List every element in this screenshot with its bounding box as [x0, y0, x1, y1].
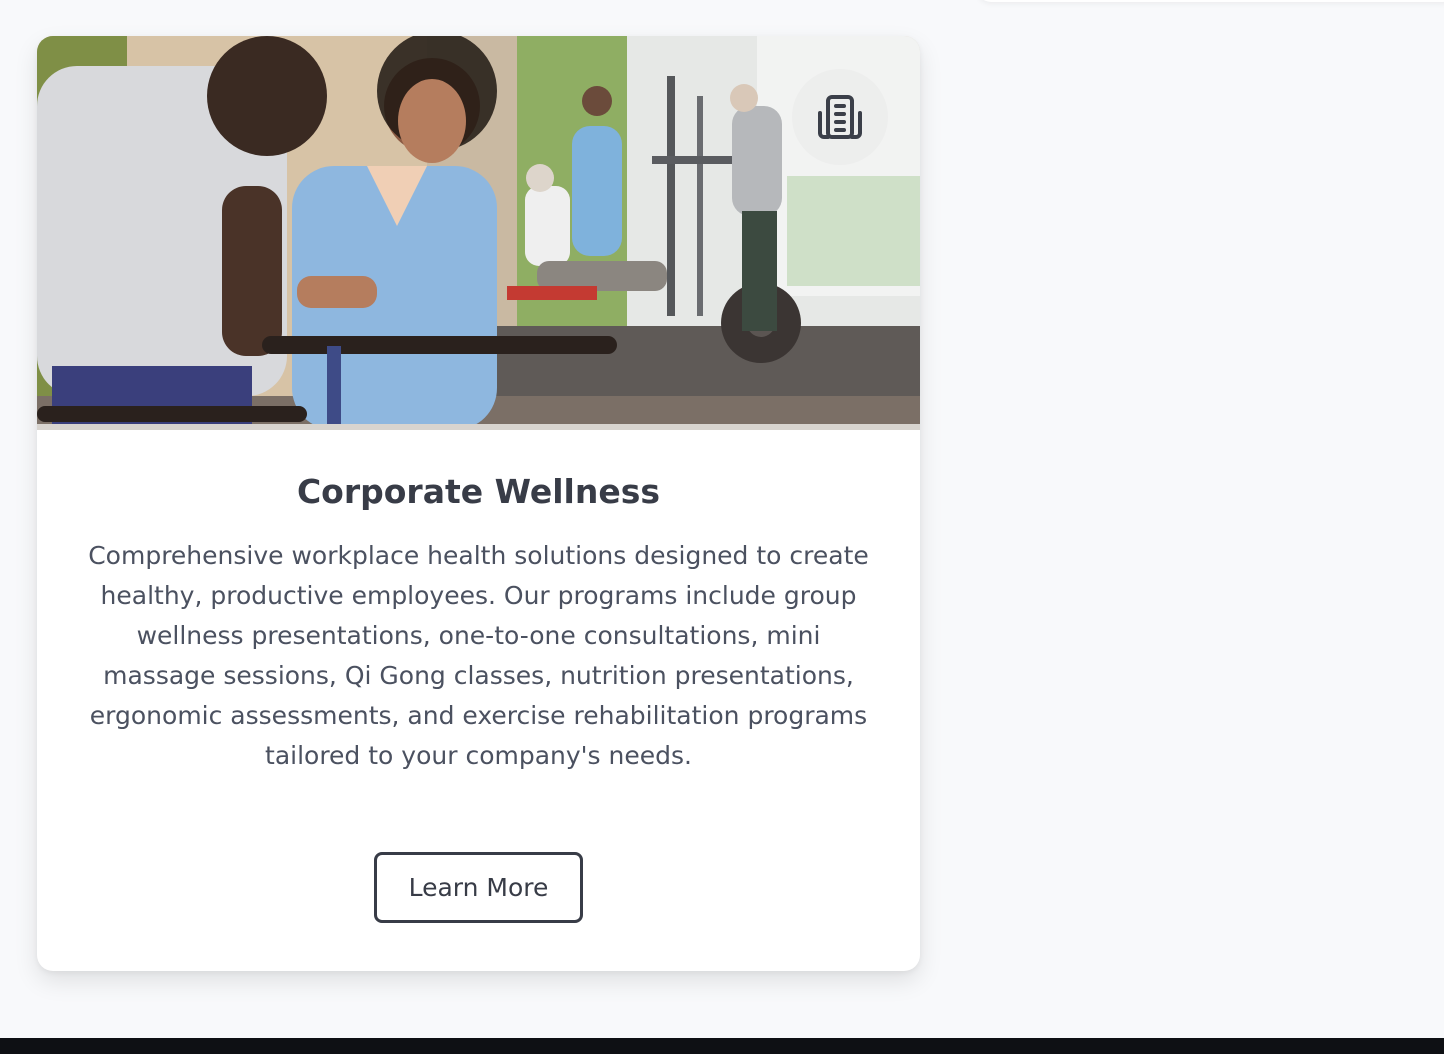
- adjacent-card-edge: [977, 0, 1444, 2]
- physical-therapy-photo: [37, 36, 920, 430]
- service-card-corporate-wellness: Corporate Wellness Comprehensive workpla…: [37, 36, 920, 971]
- footer-bar: [0, 1038, 1444, 1054]
- card-description: Comprehensive workplace health solutions…: [88, 541, 869, 770]
- building-icon: [817, 94, 863, 140]
- card-body: Corporate Wellness Comprehensive workpla…: [37, 430, 920, 971]
- card-title: Corporate Wellness: [296, 472, 661, 511]
- page: Corporate Wellness Comprehensive workpla…: [0, 0, 1444, 1054]
- building-icon-badge: [792, 69, 888, 165]
- learn-more-button[interactable]: Learn More: [374, 852, 583, 923]
